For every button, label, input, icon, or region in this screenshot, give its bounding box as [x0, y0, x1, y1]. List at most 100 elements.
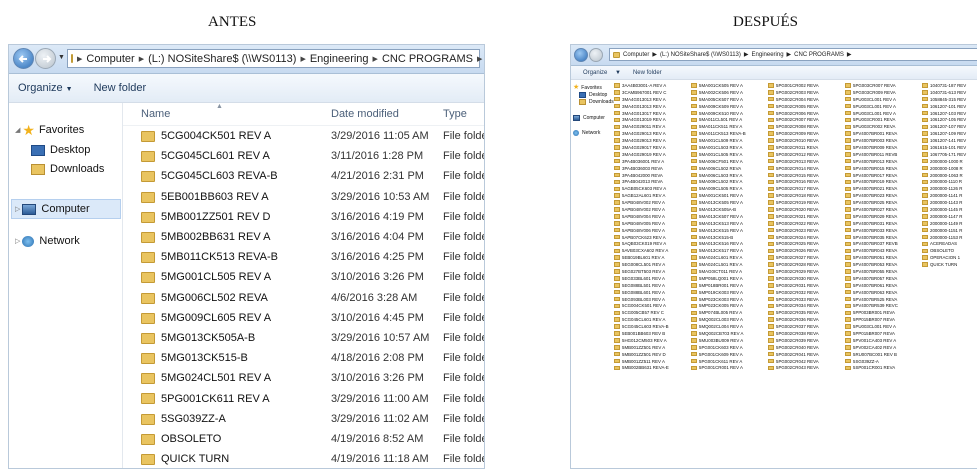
list-item[interactable]: 5MQ002CB703 REV A: [691, 330, 766, 337]
list-item[interactable]: 5MP018BR001 REV A: [691, 282, 766, 289]
list-item[interactable]: 5PG002CR033 REVA: [768, 296, 843, 303]
list-item[interactable]: 5PG002CR028 REVA: [768, 261, 843, 268]
list-item[interactable]: 5PG001CK609 REV A: [691, 351, 766, 358]
list-item[interactable]: 5PG002CR035 REVA: [768, 309, 843, 316]
list-item[interactable]: 5MAG0ICT011 REV A: [691, 268, 766, 275]
list-item[interactable]: 5MQ002CL003 REV A: [691, 316, 766, 323]
nav-favorites[interactable]: ★ Favorites: [573, 84, 602, 91]
list-item[interactable]: 2000000-1143 R: [922, 199, 977, 206]
list-item[interactable]: 5MP074BL005 REV A: [691, 309, 766, 316]
list-item[interactable]: 5EG093BL003 REV A: [614, 296, 689, 303]
list-item[interactable]: OPERACION 1: [922, 254, 977, 261]
list-item[interactable]: 5PG002CR008 REVA: [768, 123, 843, 130]
list-item[interactable]: 5CG045CL601 REV A: [614, 316, 689, 323]
list-item[interactable]: 5PG002CR030 REVA: [768, 275, 843, 282]
list-item[interactable]: 5PG001CR002 REVA: [768, 82, 843, 89]
table-row[interactable]: 5SG039ZZ-A 3/29/2016 11:02 AM File folder: [123, 409, 484, 429]
list-item[interactable]: 5CG005CB57 REV C: [614, 309, 689, 316]
list-item[interactable]: 1061207-109 REV: [922, 130, 977, 137]
list-item[interactable]: 5PG002CR016 REVA: [768, 178, 843, 185]
list-item[interactable]: 2000000-1126 R: [922, 185, 977, 192]
list-item[interactable]: 5MB001ZZ511 REV A: [614, 358, 689, 365]
list-item[interactable]: 2000000-1151 R: [922, 227, 977, 234]
table-row[interactable]: 5MG024CL501 REV A 3/10/2016 3:26 PM File f…: [123, 368, 484, 388]
nav-network[interactable]: ▷ Network: [15, 235, 80, 247]
list-item[interactable]: 5MA001CK501 REV A: [691, 192, 766, 199]
chevron-right-icon[interactable]: ▶: [373, 55, 378, 63]
chevron-right-icon[interactable]: ▶: [477, 55, 482, 63]
breadcrumb-drive[interactable]: (L:) NOSiteShare$ (\\WS0113): [148, 53, 296, 65]
list-item[interactable]: 5MA001CL503 REV A: [691, 144, 766, 151]
list-item[interactable]: 5MB002BB631 REVA-E: [614, 365, 689, 372]
list-item[interactable]: 1040731-187 REV: [922, 82, 977, 89]
table-row[interactable]: 5MB001ZZ501 REV D 3/16/2016 4:19 PM File f…: [123, 207, 484, 227]
nav-desktop[interactable]: Desktop: [579, 92, 607, 98]
list-item[interactable]: 5MA001CL509 REV A: [691, 137, 766, 144]
breadcrumb-engineering[interactable]: Engineering: [752, 52, 784, 58]
nav-desktop[interactable]: Desktop: [31, 144, 90, 156]
table-row[interactable]: 5PG001CK611 REV A 3/29/2016 11:00 AM File …: [123, 388, 484, 408]
list-item[interactable]: 3MA4G029017 REV A: [614, 144, 689, 151]
list-item[interactable]: 2000000-1110 R: [922, 178, 977, 185]
list-item[interactable]: 5PG002CR041 REVA: [768, 351, 843, 358]
list-item[interactable]: 1061207-107 REV: [922, 123, 977, 130]
list-item[interactable]: 5PG002CR023 REVA: [768, 227, 843, 234]
list-item[interactable]: 5EG033BL601 REV A: [614, 275, 689, 282]
list-item[interactable]: 5AGB05CK603 REV A: [614, 185, 689, 192]
list-item[interactable]: 5PV4007BR539 REVC: [845, 303, 920, 310]
list-item[interactable]: 5AQB03CK019 REV A: [614, 240, 689, 247]
list-item[interactable]: 5PV001CA403 REV A: [845, 337, 920, 344]
list-item[interactable]: 3MA4G013013 REV A: [614, 96, 689, 103]
list-item[interactable]: 5MA013CK513 REV A: [691, 220, 766, 227]
new-folder-button[interactable]: New folder: [94, 82, 147, 94]
list-item[interactable]: 5MP058LQ001 REV A: [691, 275, 766, 282]
nav-network[interactable]: Network: [573, 130, 600, 136]
list-item[interactable]: 5PG002CR031 REVA: [768, 282, 843, 289]
list-item[interactable]: 5PG002CR003 REVA: [768, 89, 843, 96]
list-item[interactable]: 5PV4007BR053 REVA: [845, 261, 920, 268]
list-item[interactable]: 3MA4G029019 REV A: [614, 151, 689, 158]
list-item[interactable]: 2000000-1153 R: [922, 234, 977, 241]
list-item[interactable]: 5EB019BL601 REV A: [614, 254, 689, 261]
list-item[interactable]: 5MA011CL501 REV A: [691, 116, 766, 123]
list-item[interactable]: 5MA013CK516 REV A: [691, 240, 766, 247]
list-item[interactable]: 5PG003CR007 REVA: [845, 82, 920, 89]
list-item[interactable]: 5APB048V002 REV A: [614, 199, 689, 206]
list-item[interactable]: 5HG012CM503 REV A: [614, 337, 689, 344]
list-item[interactable]: 5MP023CK005 REV A: [691, 303, 766, 310]
list-item[interactable]: 5PG002CR011 REVA: [768, 144, 843, 151]
list-item[interactable]: 5PG002CR013 REVA: [768, 158, 843, 165]
forward-button[interactable]: [35, 48, 56, 69]
table-row[interactable]: 5MB002BB631 REV A 3/16/2016 4:04 PM File f…: [123, 227, 484, 247]
table-row[interactable]: 5MG006CL502 REVA 4/6/2016 3:28 AM File fol…: [123, 288, 484, 308]
list-item[interactable]: 5MA013CK515 REV A: [691, 227, 766, 234]
list-item[interactable]: 1040731-613 REV: [922, 89, 977, 96]
list-item[interactable]: 5PU003CL001 REV A: [845, 103, 920, 110]
chevron-right-icon[interactable]: ▶: [139, 55, 144, 63]
list-item[interactable]: 5PG002CR010 REVA: [768, 137, 843, 144]
address-bar[interactable]: Computer ▶ (L:) NOSiteShare$ (\\WS0113) ▶ …: [609, 48, 977, 61]
organize-button[interactable]: Organize ▼: [18, 82, 73, 94]
list-item[interactable]: 5APB07CK623 REV A: [614, 234, 689, 241]
list-item[interactable]: 5PG002CR036 REVA: [768, 316, 843, 323]
table-row[interactable]: 5MG013CK505A-B 3/29/2016 10:57 AM File fol…: [123, 328, 484, 348]
list-item[interactable]: 5PV4007BR525 REVA: [845, 296, 920, 303]
list-item[interactable]: 5MA006CL503 REV A: [691, 172, 766, 179]
breadcrumb-engineering[interactable]: Engineering: [310, 53, 369, 65]
list-item[interactable]: 5MA009CK510 REV A: [691, 110, 766, 117]
list-item[interactable]: 5PG002CR005 REVA: [768, 103, 843, 110]
list-item[interactable]: ACEREADAS: [922, 240, 977, 247]
list-item[interactable]: 5MA013CK515-B: [691, 234, 766, 241]
list-item[interactable]: 5SP001CR001 REVA: [845, 365, 920, 372]
list-item[interactable]: 5PG002CR029 REVA: [768, 268, 843, 275]
list-item[interactable]: 5CG004CK501 REV A: [614, 303, 689, 310]
list-item[interactable]: 1061615-101 REV: [922, 144, 977, 151]
list-item[interactable]: 5APB048V005 REV A: [614, 220, 689, 227]
list-item[interactable]: 5MA011CK511 REV A: [691, 123, 766, 130]
list-item[interactable]: 5MA009CL502 REV A: [691, 178, 766, 185]
list-item[interactable]: 5APB048V006 REV A: [614, 227, 689, 234]
list-item[interactable]: 5PV4007BR009 REVA: [845, 144, 920, 151]
list-item[interactable]: 5MA013CK507 REV A: [691, 213, 766, 220]
list-item[interactable]: 3MA4G013013 REV A: [614, 103, 689, 110]
list-item[interactable]: 5EG008CL501 REV A: [614, 261, 689, 268]
